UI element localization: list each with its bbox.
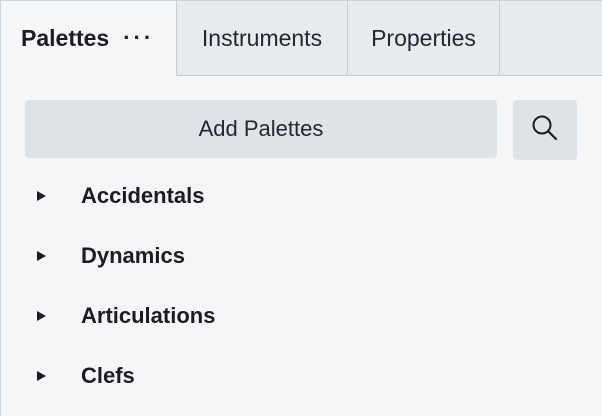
palette-item-dynamics[interactable]: Dynamics: [1, 226, 602, 286]
tab-properties-label: Properties: [371, 24, 476, 51]
palettes-panel: Palettes ··· Instruments Properties Add …: [0, 0, 602, 416]
add-palettes-label: Add Palettes: [198, 116, 324, 141]
expand-arrow-icon[interactable]: [37, 311, 46, 321]
tab-instruments[interactable]: Instruments: [177, 1, 348, 76]
tab-palettes-label: Palettes: [21, 24, 110, 51]
palette-item-clefs[interactable]: Clefs: [1, 346, 602, 406]
tab-bar-spacer: [500, 1, 602, 76]
palette-label: Dynamics: [81, 243, 185, 268]
tab-instruments-label: Instruments: [201, 24, 323, 51]
palette-label: Articulations: [81, 303, 216, 328]
tab-properties[interactable]: Properties: [348, 1, 500, 76]
search-icon: [531, 114, 559, 147]
tab-palettes[interactable]: Palettes ···: [1, 1, 177, 76]
palette-label: Accidentals: [81, 183, 205, 208]
expand-arrow-icon[interactable]: [37, 191, 46, 201]
add-palettes-button[interactable]: Add Palettes: [25, 100, 497, 158]
tab-menu-button[interactable]: ···: [123, 25, 154, 51]
palette-item-articulations[interactable]: Articulations: [1, 286, 602, 346]
palette-tree: Accidentals Dynamics Articulations Clefs: [1, 166, 602, 406]
search-button[interactable]: [513, 100, 577, 160]
tab-bar: Palettes ··· Instruments Properties: [1, 0, 602, 76]
expand-arrow-icon[interactable]: [37, 371, 46, 381]
expand-arrow-icon[interactable]: [37, 251, 46, 261]
palette-item-accidentals[interactable]: Accidentals: [1, 166, 602, 226]
palette-label: Clefs: [81, 363, 135, 388]
